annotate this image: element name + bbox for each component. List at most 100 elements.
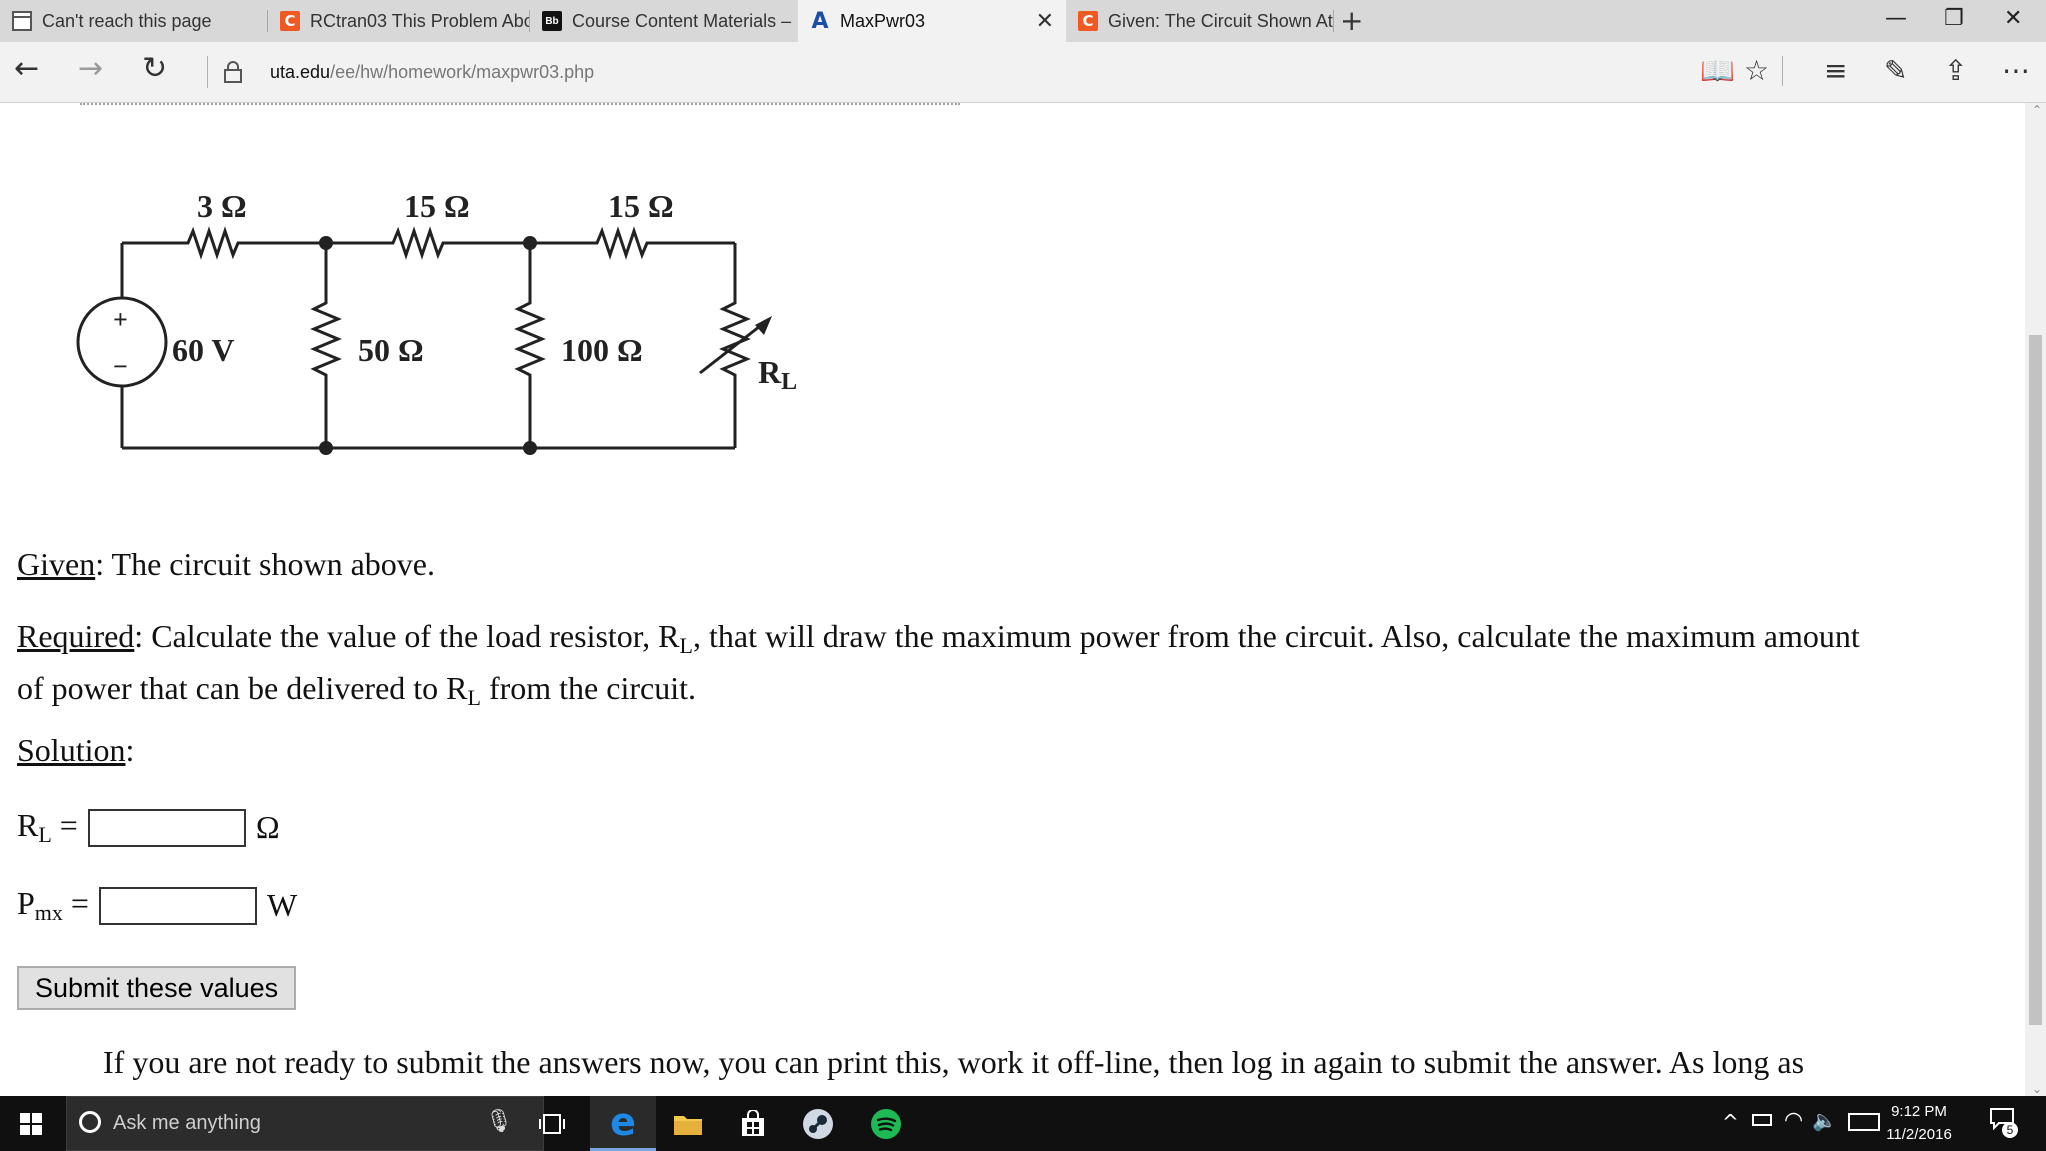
required-text-a: : Calculate the value of the load resist…: [134, 618, 680, 654]
tab-given-circuit[interactable]: C Given: The Circuit Shown At: [1066, 0, 1334, 42]
given-text: : The circuit shown above.: [95, 546, 435, 582]
tab-strip: Can't reach this page C RCtran03 This Pr…: [0, 0, 2046, 42]
tab-cant-reach[interactable]: Can't reach this page: [0, 0, 268, 42]
rl-label: RL =: [17, 807, 78, 848]
system-clock[interactable]: 9:12 PM 11/2/2016: [1874, 1100, 1964, 1146]
battery-icon[interactable]: [1752, 1114, 1772, 1126]
offline-instructions: If you are not ready to submit the answe…: [103, 1044, 1805, 1080]
steam-icon: [803, 1108, 833, 1139]
blackboard-icon: Bb: [542, 11, 562, 31]
task-view-button[interactable]: [530, 1096, 574, 1151]
uta-a-icon: A: [811, 8, 829, 34]
favorite-star-icon[interactable]: ☆: [1744, 54, 1769, 88]
share-icon[interactable]: ⇪: [1944, 54, 1967, 88]
spotify-button[interactable]: [858, 1096, 914, 1151]
tab-title: MaxPwr03: [840, 10, 926, 31]
rl-unit: Ω: [255, 809, 280, 845]
plus-sign: +: [113, 305, 128, 334]
url-field[interactable]: uta.edu/ee/hw/homework/maxpwr03.php: [270, 62, 594, 83]
resistor-50-ohm-label: 50 Ω: [358, 332, 424, 368]
windows-taskbar: Ask me anything 🎙 e ^ ◠ 🔈 9:12 PM 11/2/2…: [0, 1096, 2046, 1151]
chegg-c-icon: C: [1078, 11, 1098, 31]
submit-values-button[interactable]: Submit these values: [17, 966, 297, 1010]
load-r-letter: R: [758, 354, 782, 390]
tab-rctran03[interactable]: C RCtran03 This Problem Abo: [268, 0, 530, 42]
forward-arrow-icon[interactable]: →: [78, 54, 103, 84]
minimize-icon[interactable]: —: [1885, 6, 1907, 31]
restore-icon[interactable]: ❐: [1944, 6, 1964, 31]
given-label: Given: [17, 546, 96, 582]
steam-button[interactable]: [790, 1096, 846, 1151]
equals-sign: =: [51, 807, 78, 843]
folder-icon: [674, 1115, 702, 1135]
notification-count-badge: 5: [2002, 1122, 2018, 1138]
rl-label-main: R: [17, 807, 39, 843]
close-tab-icon[interactable]: ✕: [1036, 9, 1054, 34]
clock-date: 11/2/2016: [1886, 1126, 1952, 1143]
solution-colon: :: [125, 732, 135, 768]
chegg-c-icon: C: [280, 11, 300, 31]
page-content: 3 Ω 15 Ω 15 Ω 60 V 50 Ω 100 Ω RL + − Giv…: [0, 103, 2025, 1096]
load-resistor-label: RL: [758, 354, 797, 395]
circuit-diagram: 3 Ω 15 Ω 15 Ω 60 V 50 Ω 100 Ω RL + −: [76, 188, 797, 455]
show-hidden-icons-chevron-icon[interactable]: ^: [1722, 1110, 1739, 1134]
tab-title: Can't reach this page: [42, 10, 212, 31]
pmx-label: Pmx =: [17, 885, 89, 926]
tab-course-content[interactable]: Bb Course Content Materials –: [530, 0, 798, 42]
tab-maxpwr03[interactable]: A MaxPwr03 ✕: [798, 0, 1066, 42]
resistor-100-ohm-label: 100 Ω: [561, 332, 643, 368]
cortana-search-box[interactable]: Ask me anything 🎙: [66, 1096, 544, 1151]
rl-label-sub: L: [38, 822, 52, 847]
action-center-button[interactable]: 5: [1990, 1108, 2020, 1138]
pmx-input[interactable]: [98, 886, 257, 925]
equals-sign: =: [62, 885, 89, 921]
page-icon: [12, 11, 32, 31]
close-window-icon[interactable]: ✕: [2004, 6, 2022, 31]
scroll-up-arrow-icon[interactable]: ⌃: [2032, 103, 2042, 117]
tab-title: Course Content Materials –: [572, 10, 792, 31]
required-line-2: of power that can be delivered to RL fro…: [17, 667, 2007, 719]
refresh-icon[interactable]: ↻: [142, 54, 167, 84]
clock-time: 9:12 PM: [1891, 1103, 1947, 1120]
web-note-icon[interactable]: ✎: [1884, 54, 1907, 88]
start-button[interactable]: [0, 1096, 62, 1151]
rl-field-row: RL = Ω: [17, 807, 280, 848]
resistor-15-ohm-label: 15 Ω: [404, 188, 470, 224]
file-explorer-button[interactable]: [660, 1096, 716, 1151]
required-paragraph: Required: Calculate the value of the loa…: [17, 615, 2007, 719]
store-button[interactable]: [725, 1096, 781, 1151]
wifi-icon[interactable]: ◠: [1784, 1108, 1803, 1133]
volume-icon[interactable]: 🔈: [1812, 1108, 1837, 1132]
url-host: uta.edu: [270, 62, 331, 82]
required-subscript-2: L: [467, 685, 481, 710]
more-icon[interactable]: ⋯: [2002, 54, 2030, 88]
required-line-1: Required: Calculate the value of the loa…: [17, 615, 2007, 667]
solution-heading: Solution:: [17, 729, 134, 771]
back-arrow-icon[interactable]: ←: [14, 54, 39, 84]
spotify-icon: [871, 1108, 901, 1139]
pmx-label-sub: mx: [34, 900, 63, 925]
scrollbar-thumb[interactable]: [2029, 335, 2042, 1025]
resistor-3-ohm-label: 3 Ω: [197, 188, 247, 224]
divider: [207, 56, 208, 88]
rl-input[interactable]: [87, 808, 246, 847]
url-path: /ee/hw/homework/maxpwr03.php: [330, 62, 595, 82]
tab-title: Given: The Circuit Shown At: [1108, 10, 1333, 31]
hub-icon[interactable]: ≡: [1824, 54, 1847, 88]
cortana-icon: [79, 1111, 101, 1133]
new-tab-icon[interactable]: +: [1340, 4, 1363, 37]
microphone-icon[interactable]: 🎙: [485, 1109, 513, 1134]
required-text-b: , that will draw the maximum power from …: [692, 618, 1860, 654]
reading-view-icon[interactable]: 📖: [1700, 54, 1735, 88]
scroll-down-arrow-icon[interactable]: ⌄: [2032, 1082, 2042, 1096]
tab-title: RCtran03 This Problem Abo: [310, 10, 530, 31]
task-view-icon: [539, 1113, 565, 1134]
edge-taskbar-button[interactable]: e: [590, 1096, 656, 1151]
edge-browser-icon: e: [610, 1100, 636, 1144]
lock-icon: [224, 61, 242, 83]
pmx-label-main: P: [17, 885, 35, 921]
load-l-subscript: L: [781, 369, 797, 395]
pmx-field-row: Pmx = W: [17, 885, 297, 926]
page-scrollbar[interactable]: ⌃ ⌄: [2025, 103, 2046, 1096]
required-text-c: of power that can be delivered to R: [17, 670, 468, 706]
